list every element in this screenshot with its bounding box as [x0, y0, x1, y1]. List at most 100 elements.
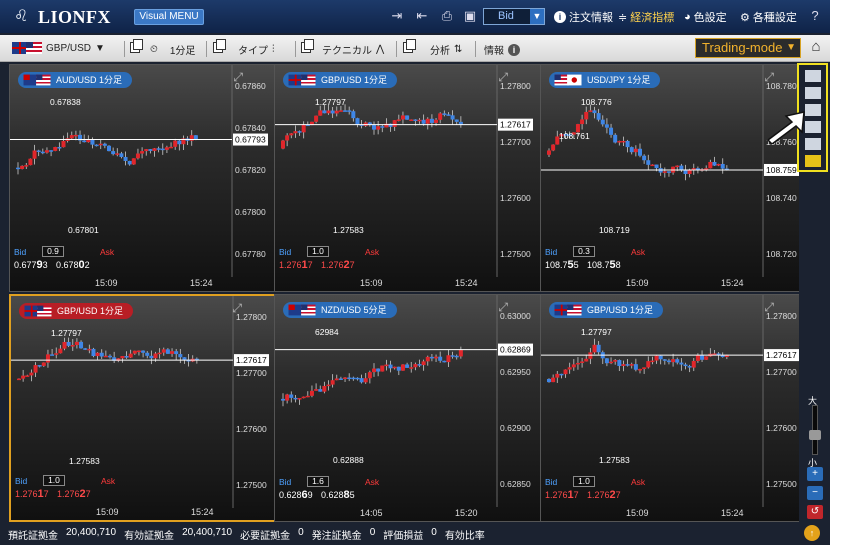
expand-icon[interactable]: ⤢ [764, 300, 774, 315]
candle-body [351, 111, 356, 119]
candle-body [547, 150, 551, 155]
scroll-top-icon[interactable]: ↑ [804, 525, 820, 541]
pair-tag[interactable]: AUD/USD 1分足 [18, 72, 133, 88]
layout-3split-icon[interactable] [805, 104, 821, 116]
x-time-label: 15:09 [96, 507, 119, 517]
bid-price-button[interactable]: 0.67793 [14, 259, 48, 271]
pair-tag[interactable]: GBP/USD 1分足 [549, 302, 664, 318]
candle-body [604, 358, 609, 364]
chart-panel[interactable]: 0.63000 0.62950 0.62900 0.62850 0.62869 62984… [274, 294, 541, 522]
color-settings-link[interactable]: ◕ 色設定 [684, 9, 727, 25]
home-icon[interactable]: ⌂ [807, 38, 825, 56]
bid-price-button[interactable]: 1.27617 [545, 489, 579, 501]
layout-2row-icon[interactable] [805, 87, 821, 99]
bid-ask-select[interactable]: Bid ▼ [483, 8, 545, 25]
top-bar: ♌ LIONFX Visual MENU ⇥ ⇤ ⎙ ▣ Bid ▼ i 注文情… [0, 0, 830, 33]
print-icon[interactable]: ⎙ [438, 8, 456, 24]
layout-9grid-icon[interactable] [805, 155, 821, 167]
candle-body [347, 110, 352, 112]
save-icon[interactable]: ▣ [461, 8, 479, 24]
chart-panel[interactable]: 1.27800 1.27700 1.27600 1.27500 1.27617 1.277… [540, 294, 807, 522]
candle-body [128, 353, 133, 358]
expand-icon[interactable]: ⤢ [232, 301, 242, 316]
chart-type-select[interactable]: タイプ ⫶ [238, 42, 275, 57]
candle-body [434, 119, 439, 123]
candle-body [555, 373, 560, 378]
bid-price-button[interactable]: 1.27617 [279, 259, 313, 271]
bid-price-button[interactable]: 1.27617 [15, 488, 49, 500]
candle-body [683, 364, 688, 367]
layout-6grid-icon[interactable] [805, 138, 821, 150]
ask-price-button[interactable]: 0.62885 [321, 489, 355, 501]
candle-body [633, 148, 638, 153]
zoom-in-icon[interactable]: + [807, 467, 823, 481]
trading-mode-select[interactable]: Trading-mode ▼ [695, 38, 801, 58]
ask-price-button[interactable]: 0.67802 [56, 259, 90, 271]
candle-body [17, 378, 21, 381]
candle-body [683, 170, 688, 174]
candle-body [50, 354, 55, 356]
candle-body [83, 348, 88, 350]
pair-tag-label: GBP/USD 1分足 [321, 75, 388, 85]
layout-2col-icon[interactable] [805, 70, 821, 82]
settings-link[interactable]: ⚙ 各種設定 [740, 9, 797, 25]
expand-icon[interactable]: ⤢ [498, 70, 508, 85]
y-tick-label: 108.740 [766, 193, 797, 203]
econ-link[interactable]: ≑ 経済指標 [618, 9, 674, 25]
copy-icon [213, 39, 226, 53]
ask-price-button[interactable]: 1.27627 [321, 259, 355, 271]
pair-select[interactable]: GBP/USD ▼ [12, 42, 105, 54]
pair-tag[interactable]: USD/JPY 1分足 [549, 72, 661, 88]
candle-body [638, 368, 642, 371]
candle-body [687, 366, 692, 368]
ask-price-button[interactable]: 108.758 [587, 259, 621, 271]
footer-value: 20,400,710 [182, 527, 233, 538]
candle-body [21, 375, 26, 379]
technical-select[interactable]: テクニカル ⋀ [322, 42, 384, 57]
reset-icon[interactable]: ↺ [807, 505, 823, 519]
low-price-label: 0.62888 [333, 455, 364, 465]
expand-icon[interactable]: ⤢ [233, 70, 243, 85]
ask-price-button[interactable]: 1.27627 [57, 488, 91, 500]
high-price-label: 108.776 [581, 97, 612, 107]
timeframe-select[interactable]: ⏲ 1分足 [150, 42, 195, 57]
layout-4grid-icon[interactable] [805, 121, 821, 133]
ask-label: Ask [100, 247, 115, 257]
ask-price-button[interactable]: 1.27627 [587, 489, 621, 501]
expand-icon[interactable]: ⤢ [764, 70, 774, 85]
expand-icon[interactable]: ⤢ [498, 300, 508, 315]
info-button[interactable]: 情報 i [484, 42, 520, 57]
x-time-label: 15:24 [721, 508, 744, 518]
analysis-select[interactable]: 分析 ⇅ [430, 42, 462, 57]
zoom-slider[interactable] [809, 405, 821, 455]
folder-import-icon[interactable]: ⇤ [413, 8, 431, 24]
chart-panel[interactable]: 1.27800 1.27700 1.27600 1.27500 1.27617 1.277… [274, 64, 541, 292]
bid-price-button[interactable]: 0.62869 [279, 489, 313, 501]
orders-link[interactable]: i 注文情報 [554, 9, 613, 25]
candle-body [675, 165, 680, 168]
high-price-label: 1.27797 [315, 97, 346, 107]
spread-value: 1.0 [573, 476, 595, 487]
folder-export-icon[interactable]: ⇥ [388, 8, 406, 24]
footer-label: 預託証拠金 [8, 531, 58, 542]
candle-body [318, 389, 323, 392]
pair-tag[interactable]: NZD/USD 5分足 [283, 302, 397, 318]
pair-tag[interactable]: GBP/USD 1分足 [283, 72, 398, 88]
user-help-icon[interactable]: ? [806, 8, 824, 24]
zoom-out-icon[interactable]: − [807, 486, 823, 500]
x-time-label: 15:24 [190, 278, 213, 288]
candle-body [400, 364, 405, 371]
copy-button[interactable] [301, 39, 314, 53]
visual-menu-button[interactable]: Visual MENU [134, 9, 204, 25]
copy-button[interactable] [130, 39, 143, 53]
x-time-label: 15:09 [626, 508, 649, 518]
chart-panel[interactable]: 108.780 108.760 108.740 108.720 108.759 108.7… [540, 64, 807, 292]
pair-tag[interactable]: GBP/USD 1分足 [19, 303, 134, 319]
chart-panel[interactable]: 1.27800 1.27700 1.27600 1.27500 1.27617 1.277… [9, 294, 276, 522]
y-tick-label: 0.67800 [235, 207, 266, 217]
chart-panel[interactable]: 0.67860 0.67840 0.67820 0.67800 0.67780 0.677… [9, 64, 276, 292]
bid-price-button[interactable]: 108.755 [545, 259, 579, 271]
zoom-slider-handle[interactable] [809, 430, 821, 440]
copy-button[interactable] [213, 39, 226, 53]
copy-button[interactable] [403, 39, 416, 53]
